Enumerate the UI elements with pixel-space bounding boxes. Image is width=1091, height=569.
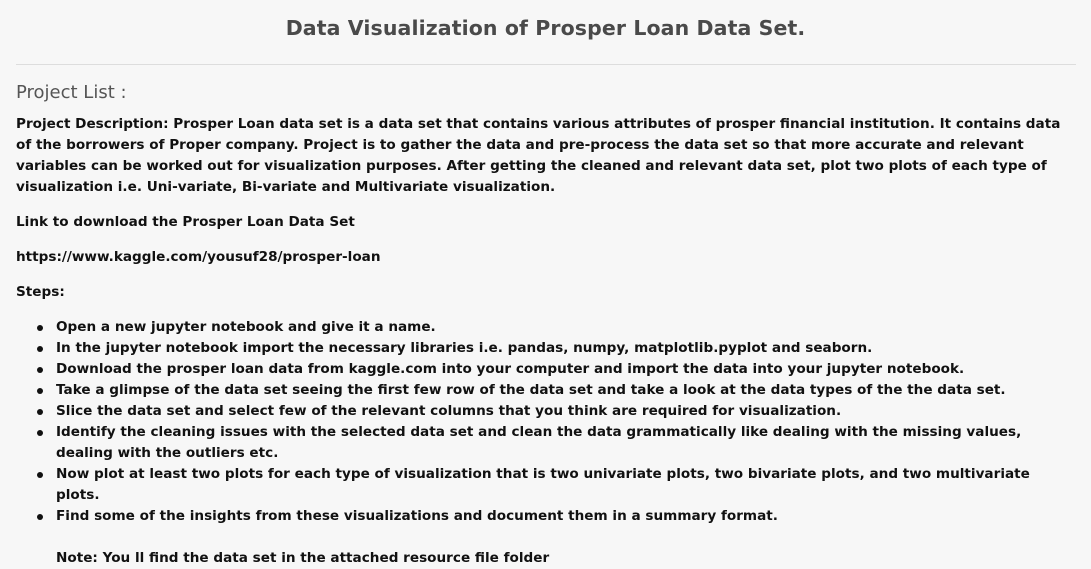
project-description-label: Project Description:	[16, 116, 169, 132]
bullet-icon	[37, 367, 43, 373]
project-list-heading: Project List :	[16, 82, 127, 103]
step-text: Find some of the insights from these vis…	[56, 508, 778, 524]
bullet-icon	[37, 388, 43, 394]
bullet-icon	[37, 514, 43, 520]
step-text: Take a glimpse of the data set seeing th…	[56, 382, 1006, 398]
bullet-icon	[37, 430, 43, 436]
steps-list: Open a new jupyter notebook and give it …	[16, 317, 1078, 527]
bullet-icon	[37, 409, 43, 415]
step-text: In the jupyter notebook import the neces…	[56, 340, 873, 356]
list-item: In the jupyter notebook import the neces…	[37, 338, 1078, 359]
step-text: Open a new jupyter notebook and give it …	[56, 319, 436, 335]
title-divider	[16, 64, 1076, 65]
list-item: Identify the cleaning issues with the se…	[37, 422, 1078, 464]
list-item: Download the prosper loan data from kagg…	[37, 359, 1078, 380]
resource-note: Note: You ll find the data set in the at…	[56, 550, 550, 566]
list-item: Slice the data set and select few of the…	[37, 401, 1078, 422]
project-page: Data Visualization of Prosper Loan Data …	[0, 0, 1091, 566]
list-item: Take a glimpse of the data set seeing th…	[37, 380, 1078, 401]
bullet-icon	[37, 325, 43, 331]
bullet-icon	[37, 472, 43, 478]
bullet-icon	[37, 346, 43, 352]
project-description: Project Description: Prosper Loan data s…	[16, 114, 1078, 198]
project-description-text: Prosper Loan data set is a data set that…	[16, 116, 1061, 195]
step-text: Now plot at least two plots for each typ…	[56, 466, 1030, 503]
step-text: Identify the cleaning issues with the se…	[56, 424, 1022, 461]
list-item: Open a new jupyter notebook and give it …	[37, 317, 1078, 338]
step-text: Download the prosper loan data from kagg…	[56, 361, 965, 377]
page-title: Data Visualization of Prosper Loan Data …	[285, 16, 806, 40]
steps-label: Steps:	[16, 284, 65, 300]
step-text: Slice the data set and select few of the…	[56, 403, 842, 419]
download-link-label: Link to download the Prosper Loan Data S…	[16, 214, 355, 230]
download-url[interactable]: https://www.kaggle.com/yousuf28/prosper-…	[16, 247, 1078, 268]
list-item: Find some of the insights from these vis…	[37, 506, 1078, 527]
project-content: Project Description: Prosper Loan data s…	[16, 114, 1078, 569]
list-item: Now plot at least two plots for each typ…	[37, 464, 1078, 506]
